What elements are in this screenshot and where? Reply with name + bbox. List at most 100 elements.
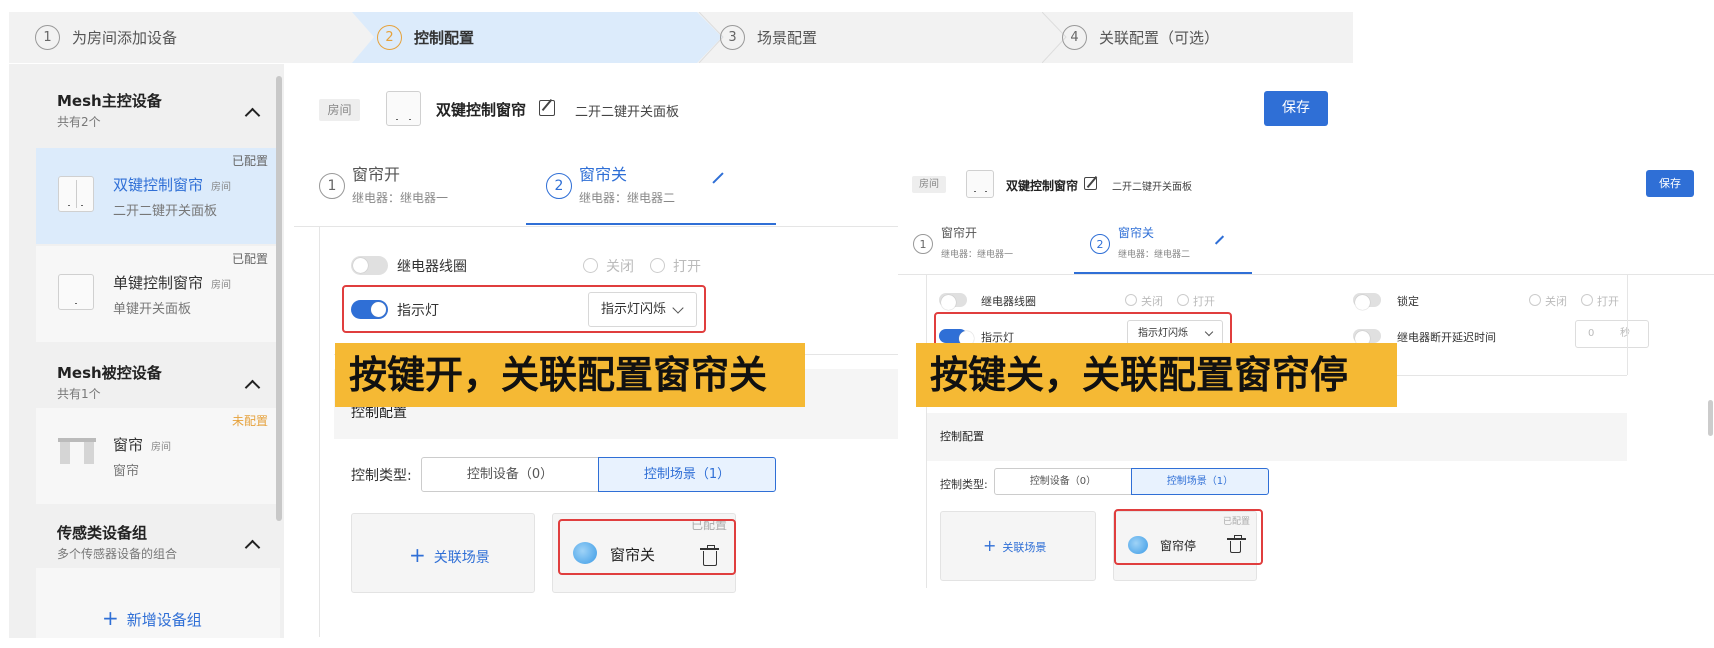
tab-number: 1 — [319, 173, 345, 199]
step-3[interactable]: 3 场景配置 — [720, 12, 817, 63]
add-group-label: 新增设备组 — [126, 611, 202, 629]
relay-coil-toggle[interactable] — [939, 293, 967, 310]
radio-off[interactable] — [1125, 294, 1137, 306]
device-name: 窗帘 — [113, 436, 144, 454]
device-title: 双键控制窗帘 — [1006, 179, 1079, 193]
edit-icon[interactable] — [712, 172, 724, 184]
divider — [1627, 275, 1628, 375]
tab-relay-1[interactable]: 1 窗帘开 继电器：继电器一 — [319, 161, 519, 221]
device-sidebar: Mesh主控设备 共有2个 已配置 双键控制窗帘 房间 二开二键开关面板 已配置 … — [9, 64, 284, 638]
add-group-area: + 新增设备组 — [36, 568, 280, 638]
plus-icon: + — [102, 606, 119, 630]
device-type: 单键开关面板 — [113, 302, 192, 317]
relay-coil-toggle[interactable] — [351, 256, 388, 275]
tab-number: 1 — [913, 234, 933, 254]
device-type: 二开二键开关面板 — [1112, 182, 1192, 193]
sidebar-scrollbar[interactable] — [276, 76, 282, 521]
delay-input[interactable]: 0 秒 — [1575, 320, 1649, 348]
step-label: 场景配置 — [757, 29, 818, 47]
tab-relay-2[interactable]: 2 窗帘关 继电器：继电器二 — [526, 161, 776, 225]
device-type: 二开二键开关面板 — [575, 105, 680, 120]
group-mesh-controlled[interactable]: Mesh被控设备 共有1个 — [36, 346, 280, 406]
plus-icon: + — [983, 536, 997, 555]
segment-control-device[interactable]: 控制设备（0） — [994, 468, 1132, 495]
radio-on-label: 打开 — [673, 259, 701, 275]
group-title: 传感类设备组 — [57, 524, 148, 542]
annotation-banner-2: 按键关，关联配置窗帘停 — [916, 343, 1397, 407]
edit-icon[interactable] — [1084, 177, 1097, 190]
add-scene-card[interactable]: + 关联场景 — [940, 511, 1096, 581]
tab-number: 2 — [1090, 234, 1110, 254]
lock-label: 锁定 — [1397, 295, 1419, 308]
device-item-curtain[interactable]: 未配置 窗帘 房间 窗帘 — [36, 408, 280, 504]
switch-panel-icon — [58, 274, 94, 310]
radio-on[interactable] — [650, 258, 665, 273]
radio-off-label: 关闭 — [1545, 295, 1567, 308]
highlight-box — [1114, 509, 1263, 565]
delay-unit: 秒 — [1620, 328, 1630, 339]
relay-config-area: 继电器线圈 关闭 打开 锁定 关闭 打开 指示灯 指示灯闪烁 继电器断开延迟时间… — [926, 275, 1714, 588]
tab-relay-1[interactable]: 1 窗帘开 继电器：继电器一 — [913, 224, 1073, 272]
device-title: 双键控制窗帘 — [436, 101, 527, 119]
status-badge: 未配置 — [231, 414, 268, 428]
radio-on[interactable] — [1177, 294, 1189, 306]
segment-control-scene[interactable]: 控制场景（1） — [598, 457, 776, 492]
tab-title: 窗帘开 — [352, 165, 401, 184]
step-1[interactable]: 1 为房间添加设备 — [35, 12, 177, 63]
switch-panel-icon — [966, 170, 994, 198]
step-bar: 1 为房间添加设备 2 控制配置 3 场景配置 4 关联配置（可选） — [9, 12, 1353, 63]
save-button[interactable]: 保存 — [1264, 91, 1328, 126]
step-number: 2 — [377, 25, 402, 50]
segment-control-device[interactable]: 控制设备（0） — [421, 457, 599, 492]
tab-title: 窗帘关 — [579, 165, 628, 184]
radio-off[interactable] — [1529, 294, 1541, 306]
tab-title: 窗帘关 — [1118, 226, 1155, 240]
relay-coil-label: 继电器线圈 — [397, 259, 467, 275]
tab-title: 窗帘开 — [941, 226, 978, 240]
tab-number: 2 — [546, 173, 572, 199]
overlay-scrollbar[interactable] — [1708, 400, 1713, 436]
radio-off-label: 关闭 — [606, 259, 634, 275]
device-name: 双键控制窗帘 — [113, 176, 204, 194]
group-mesh-master[interactable]: Mesh主控设备 共有2个 — [36, 76, 280, 146]
lock-toggle[interactable] — [1353, 293, 1381, 310]
radio-off[interactable] — [583, 258, 598, 273]
curtain-icon — [58, 438, 96, 464]
add-scene-label: 关联场景 — [433, 550, 490, 566]
section-title: 控制配置 — [940, 430, 984, 443]
delay-value: 0 — [1588, 328, 1595, 339]
step-label: 关联配置（可选） — [1099, 29, 1220, 47]
edit-icon[interactable] — [539, 100, 555, 116]
edit-icon[interactable] — [1214, 235, 1225, 245]
room-tag: 房间 — [319, 99, 360, 121]
status-badge: 已配置 — [231, 154, 268, 168]
tab-relay-2[interactable]: 2 窗帘关 继电器：继电器二 — [1074, 224, 1252, 274]
tab-subtitle: 继电器：继电器二 — [579, 191, 676, 205]
device-item-single-curtain[interactable]: 已配置 单键控制窗帘 房间 单键开关面板 — [36, 246, 280, 342]
save-button[interactable]: 保存 — [1646, 170, 1694, 197]
segment-control-scene[interactable]: 控制场景（1） — [1131, 468, 1269, 495]
device-item-dual-curtain[interactable]: 已配置 双键控制窗帘 房间 二开二键开关面板 — [36, 148, 280, 244]
add-scene-card[interactable]: + 关联场景 — [351, 513, 535, 593]
device-name: 单键控制窗帘 — [113, 274, 204, 292]
relay-coil-label: 继电器线圈 — [981, 295, 1036, 308]
relay-delay-label: 继电器断开延迟时间 — [1397, 331, 1496, 344]
room-label: 房间 — [211, 182, 232, 193]
step-2[interactable]: 2 控制配置 — [377, 12, 474, 63]
highlight-box — [558, 519, 736, 575]
switch-panel-icon — [386, 91, 421, 126]
switch-panel-icon — [58, 176, 94, 212]
step-4[interactable]: 4 关联配置（可选） — [1062, 12, 1219, 63]
relay-delay-toggle[interactable] — [1353, 329, 1381, 346]
group-sensor[interactable]: 传感类设备组 多个传感器设备的组合 — [36, 506, 280, 566]
tab-subtitle: 继电器：继电器二 — [1118, 250, 1191, 260]
group-title: Mesh主控设备 — [57, 92, 162, 110]
step-label: 为房间添加设备 — [72, 29, 178, 47]
status-badge: 已配置 — [231, 252, 268, 266]
add-group-button[interactable]: + 新增设备组 — [102, 606, 202, 630]
room-tag: 房间 — [912, 176, 946, 193]
step-number: 4 — [1062, 25, 1087, 50]
plus-icon: + — [409, 543, 426, 567]
radio-on[interactable] — [1581, 294, 1593, 306]
step-number: 3 — [720, 25, 745, 50]
